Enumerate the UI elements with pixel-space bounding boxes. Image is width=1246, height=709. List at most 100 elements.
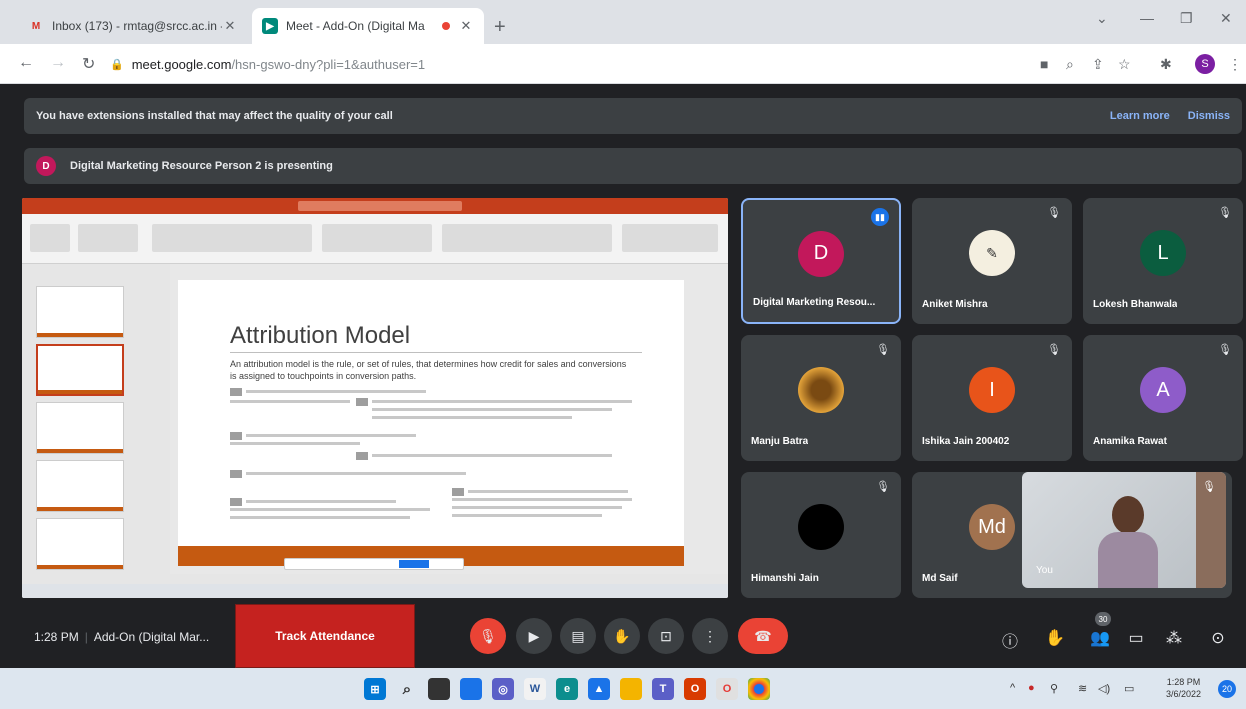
paint-icon[interactable]: W (524, 678, 546, 700)
raise-hand-button[interactable]: ✋ (604, 618, 640, 654)
widgets-icon[interactable] (460, 678, 482, 700)
mic-off-icon: 🎙 (1218, 344, 1232, 356)
windows-start-icon[interactable]: ⊞ (364, 678, 386, 700)
camera-indicator-icon[interactable]: ■ (1040, 56, 1048, 72)
windows-taskbar: ⊞ ⌕ ◎ W e ▲ T O O ^ ● ⚲ ≋ ◁) ▭ 1:28 PM 3… (0, 668, 1246, 709)
tray-overflow-icon[interactable]: ^ (1010, 682, 1015, 694)
volume-icon[interactable]: ◁) (1098, 682, 1110, 695)
powerpoint-search-box (298, 201, 462, 211)
tray-app-icon[interactable]: ● (1028, 682, 1035, 694)
close-tab-icon[interactable]: ✕ (222, 18, 238, 34)
participant-tile[interactable]: ▮▮ D Digital Marketing Resou... (741, 198, 901, 324)
tab-title: Meet - Add-On (Digital Ma (286, 19, 425, 33)
browser-tab-bar: M Inbox (173) - rmtag@srcc.ac.in - ✕ ▶ M… (0, 0, 1246, 44)
hang-up-icon: ☎ (754, 627, 772, 644)
close-tab-icon[interactable]: ✕ (458, 18, 474, 34)
menu-kebab-icon[interactable]: ⋮ (1228, 56, 1242, 73)
camera-toggle-button[interactable]: ▶ (516, 618, 552, 654)
file-explorer-icon[interactable] (620, 678, 642, 700)
avatar (798, 504, 844, 551)
powerpoint-title-bar (22, 198, 728, 214)
mic-off-icon: 🎙 (1202, 481, 1216, 493)
share-icon[interactable]: ⇪ (1092, 56, 1104, 73)
edge-icon[interactable]: e (556, 678, 578, 700)
profile-avatar[interactable]: S (1195, 54, 1215, 74)
office-icon[interactable]: O (684, 678, 706, 700)
participant-name: Anamika Rawat (1093, 436, 1167, 447)
chat-icon[interactable]: ▭ (1126, 628, 1146, 648)
lock-icon[interactable]: 🔒 (110, 58, 124, 71)
meet-icon: ▶ (262, 18, 278, 34)
chat-app-icon[interactable]: ◎ (492, 678, 514, 700)
minimize-icon[interactable]: — (1140, 10, 1154, 26)
tray-security-icon[interactable]: ⚲ (1050, 682, 1058, 695)
captions-button[interactable]: ▤ (560, 618, 596, 654)
captions-icon: ▤ (571, 627, 585, 644)
presenter-taskbar (22, 584, 728, 598)
participant-tile[interactable]: 🎙 Manju Batra (741, 335, 901, 461)
maximize-icon[interactable]: ❐ (1180, 10, 1193, 27)
back-icon[interactable]: ← (18, 54, 34, 72)
meeting-details: 1:28 PM | Add-On (Digital Mar... (34, 630, 210, 644)
participant-name: Himanshi Jain (751, 573, 819, 584)
tab-meet[interactable]: ▶ Meet - Add-On (Digital Ma ✕ (252, 8, 484, 44)
tray-date: 3/6/2022 (1166, 689, 1202, 699)
reload-icon[interactable]: ↻ (82, 54, 95, 74)
more-options-button[interactable]: ⋮ (692, 618, 728, 654)
self-view-label: You (1036, 565, 1053, 576)
people-icon[interactable]: 👥 (1090, 628, 1110, 648)
tab-search-icon[interactable]: ⌄ (1096, 10, 1108, 27)
tab-gmail[interactable]: M Inbox (173) - rmtag@srcc.ac.in - ✕ (18, 8, 248, 44)
dismiss-link[interactable]: Dismiss (1188, 110, 1230, 122)
tray-clock[interactable]: 1:28 PM 3/6/2022 (1166, 676, 1201, 700)
track-attendance-button[interactable]: Track Attendance (235, 604, 415, 668)
activities-icon[interactable]: ⁂ (1164, 628, 1184, 648)
wifi-icon[interactable]: ≋ (1078, 682, 1087, 695)
leave-call-button[interactable]: ☎ (738, 618, 788, 654)
mic-off-icon: 🎙 (876, 481, 890, 493)
lock-icon[interactable]: ⊙ (1208, 628, 1228, 648)
mic-off-icon: 🎙 (876, 344, 890, 356)
hand-icon: ✋ (613, 627, 631, 644)
mic-toggle-button[interactable]: 🎙 (470, 618, 506, 654)
learn-more-link[interactable]: Learn more (1110, 110, 1170, 122)
participant-name: Manju Batra (751, 436, 809, 447)
gmail-icon: M (31, 20, 41, 32)
forward-icon[interactable]: → (50, 54, 66, 72)
battery-icon[interactable]: ▭ (1124, 682, 1134, 695)
store-icon[interactable]: ▲ (588, 678, 610, 700)
zoom-icon[interactable]: ⌕ (1066, 56, 1074, 73)
meet-control-bar: 1:28 PM | Add-On (Digital Mar... Track Att… (0, 604, 1246, 668)
bookmark-star-icon[interactable]: ☆ (1118, 56, 1131, 73)
teams-icon[interactable]: T (652, 678, 674, 700)
slide-subtitle: An attribution model is the rule, or set… (230, 359, 627, 381)
participant-tile[interactable]: 🎙 ✎ Aniket Mishra (912, 198, 1072, 324)
shared-screen[interactable]: Attribution Model An attribution model i… (22, 198, 728, 598)
host-controls-icon[interactable]: ✋ (1045, 628, 1065, 648)
task-view-icon[interactable] (428, 678, 450, 700)
present-button[interactable]: ⊡ (648, 618, 684, 654)
present-icon: ⊡ (660, 627, 672, 644)
avatar: I (969, 367, 1015, 414)
url-path: /hsn-gswo-dny?pli=1&authuser=1 (231, 56, 426, 72)
extensions-icon[interactable]: ✱ (1160, 56, 1172, 73)
chrome-icon[interactable] (748, 678, 770, 700)
participant-count-badge: 30 (1095, 612, 1111, 626)
address-bar[interactable]: 🔒 meet.google.com /hsn-gswo-dny?pli=1&au… (110, 50, 1010, 78)
participant-tile[interactable]: 🎙 I Ishika Jain 200402 (912, 335, 1072, 461)
info-icon[interactable]: ⓘ (1000, 628, 1020, 652)
participant-tile[interactable]: 🎙 Himanshi Jain (741, 472, 901, 598)
self-view-video[interactable]: You 🎙 (1022, 472, 1226, 588)
mic-off-icon: 🎙 (1047, 207, 1061, 219)
meeting-time: 1:28 PM (34, 630, 79, 644)
search-icon[interactable]: ⌕ (396, 678, 418, 700)
participant-tile[interactable]: 🎙 A Anamika Rawat (1083, 335, 1243, 461)
opera-icon[interactable]: O (716, 678, 738, 700)
extensions-warning-banner: You have extensions installed that may a… (24, 98, 1242, 134)
new-tab-button[interactable]: + (494, 16, 506, 39)
close-window-icon[interactable]: ✕ (1220, 10, 1232, 27)
tray-time: 1:28 PM (1166, 677, 1201, 687)
notification-badge[interactable]: 20 (1218, 680, 1236, 698)
participant-tile[interactable]: 🎙 L Lokesh Bhanwala (1083, 198, 1243, 324)
powerpoint-ribbon (22, 214, 728, 264)
